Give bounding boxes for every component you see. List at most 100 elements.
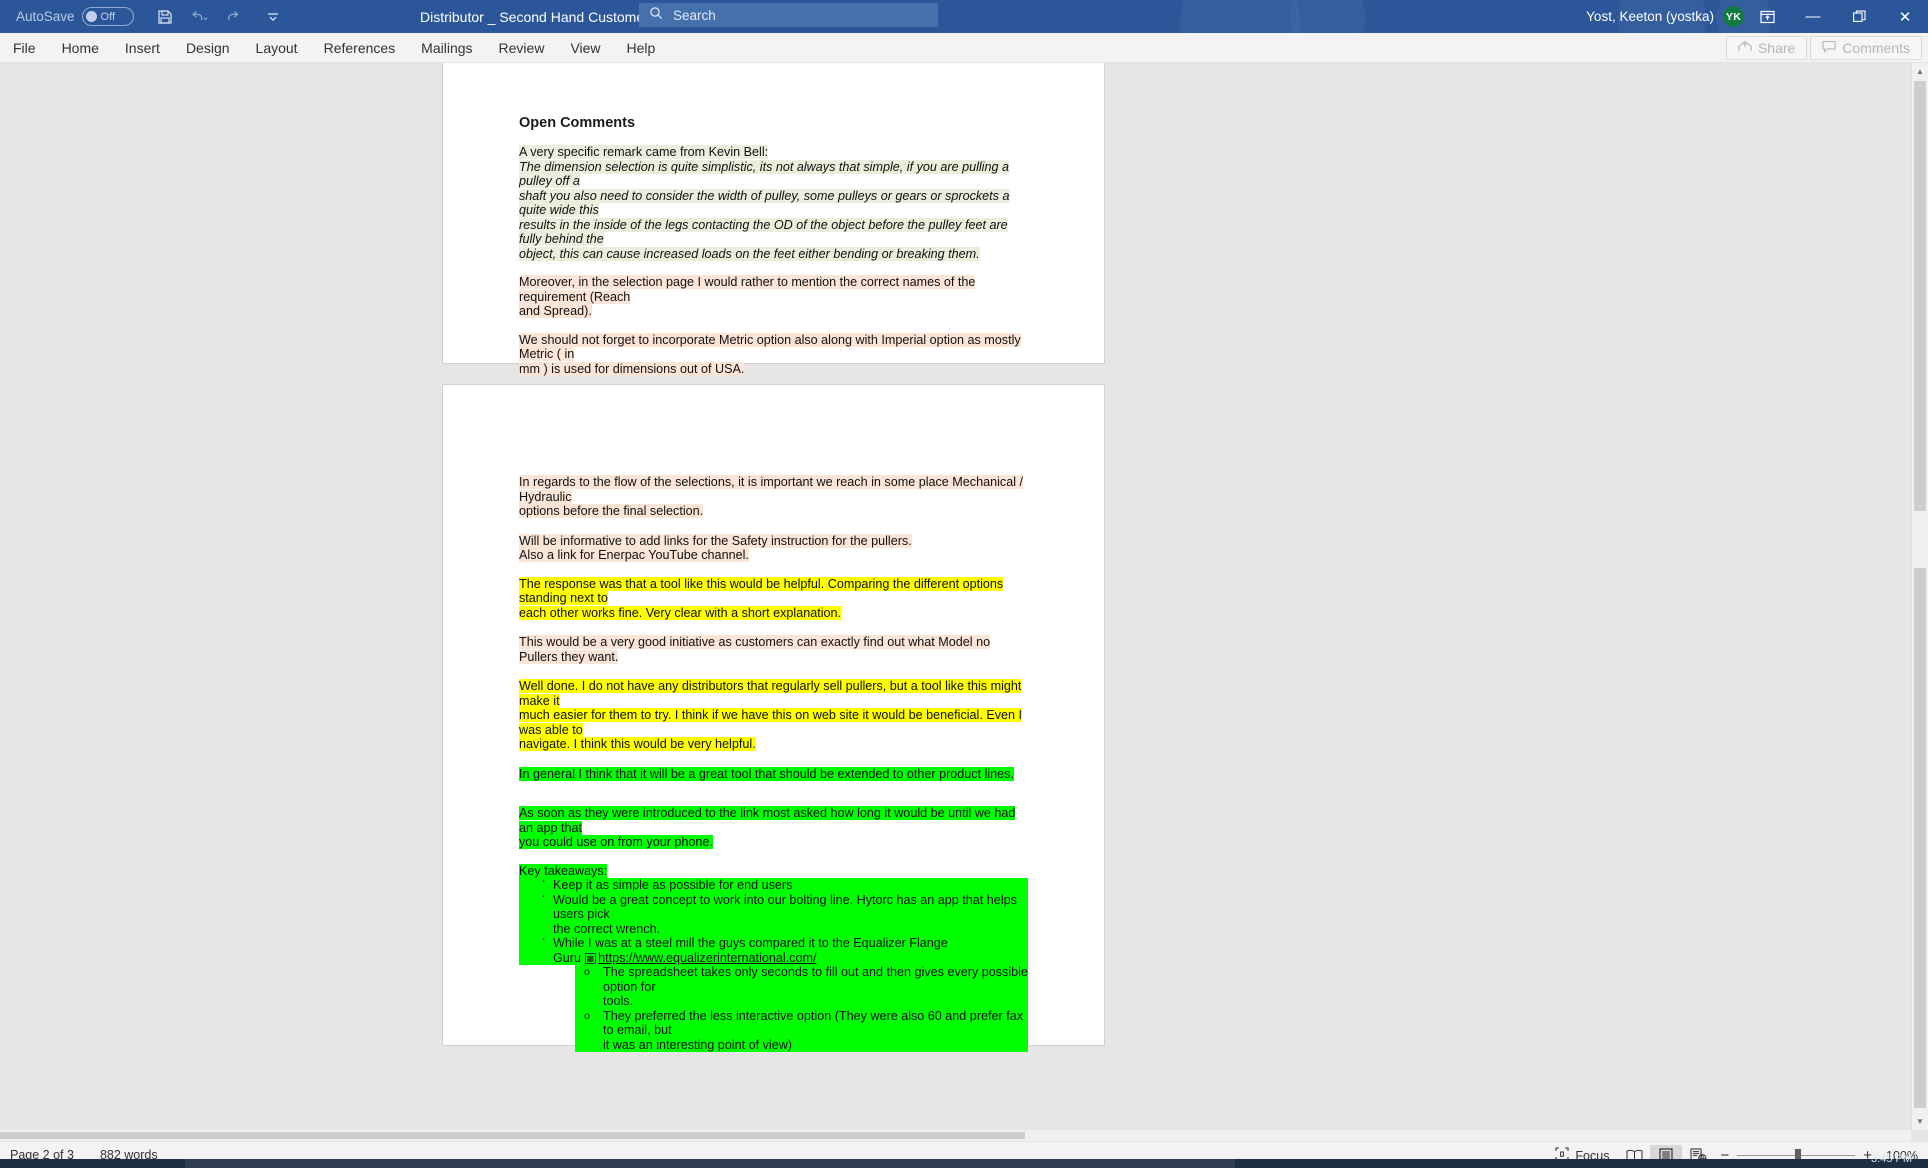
highlight-run: Will be informative to add links for the… — [519, 534, 912, 548]
comments-button[interactable]: Comments — [1810, 36, 1922, 60]
autosave-toggle[interactable]: AutoSave Off — [16, 7, 134, 26]
tab-layout[interactable]: Layout — [243, 33, 311, 63]
highlight-run: and Spread). — [519, 304, 592, 318]
horizontal-scrollbar[interactable] — [0, 1130, 1911, 1141]
customize-quick-access-icon[interactable] — [256, 2, 290, 32]
vertical-scrollbar[interactable]: ▲ ▼ — [1911, 63, 1928, 1130]
comment-icon — [1822, 40, 1836, 56]
comments-label: Comments — [1842, 40, 1910, 56]
link-badge-icon: ▦ — [585, 953, 597, 964]
zoom-track[interactable] — [1737, 1155, 1855, 1156]
highlight-run: you could use on from your phone. — [519, 835, 713, 849]
comment-line: each other works fine. Very clear with a… — [519, 606, 1028, 621]
takeaways-heading: Key takeaways: — [519, 864, 1028, 879]
search-icon — [649, 6, 663, 24]
highlight-run: Also a link for Enerpac YouTube channel. — [519, 548, 749, 562]
tab-insert[interactable]: Insert — [112, 33, 173, 63]
comment-block: This would be a very good initiative as … — [519, 635, 1028, 664]
external-link[interactable]: https://www.equalizerinternational.com/ — [598, 951, 816, 965]
minimize-button[interactable]: — — [1790, 0, 1836, 33]
autosave-switch[interactable]: Off — [82, 7, 134, 26]
document-page-2: In regards to the flow of the selections… — [443, 385, 1104, 1045]
autosave-label: AutoSave — [16, 9, 75, 24]
document-scroll-region: Open Comments A very specific remark cam… — [0, 63, 1911, 1130]
comment-block: Well done. I do not have any distributor… — [519, 679, 1028, 752]
search-input[interactable]: Search — [673, 8, 716, 23]
list-item: While I was at a steel mill the guys com… — [519, 936, 1028, 951]
comment-line: A very specific remark came from Kevin B… — [519, 145, 1028, 160]
undo-icon[interactable] — [182, 2, 216, 32]
takeaways-subbullet-list: The spreadsheet takes only seconds to fi… — [575, 965, 1028, 1052]
comment-line: mm ) is used for dimensions out of USA. — [519, 362, 1028, 377]
highlight-run: Moreover, in the selection page I would … — [519, 275, 975, 304]
comment-block: In general I think that it will be a gre… — [519, 767, 1028, 782]
page-title: Open Comments — [519, 115, 1028, 131]
autosave-state: Off — [101, 11, 115, 23]
tab-help[interactable]: Help — [614, 33, 669, 63]
comment-block: We should not forget to incorporate Metr… — [519, 333, 1028, 377]
search-box[interactable]: Search — [639, 3, 938, 27]
ribbon-tab-strip: File Home Insert Design Layout Reference… — [0, 33, 1928, 63]
scroll-up-arrow[interactable]: ▲ — [1912, 63, 1928, 80]
highlight-run: options before the final selection. — [519, 504, 703, 518]
comment-block: In regards to the flow of the selections… — [519, 475, 1028, 519]
comment-line: Also a link for Enerpac YouTube channel. — [519, 548, 1028, 563]
taskbar-clock: 3:45 PM — [1871, 1153, 1912, 1165]
sub-list-item: The spreadsheet takes only seconds to fi… — [575, 965, 1028, 994]
list-item-link[interactable]: Guru ▦https://www.equalizerinternational… — [519, 951, 1028, 966]
highlight-run: mm ) is used for dimensions out of USA. — [519, 362, 744, 376]
tab-mailings[interactable]: Mailings — [408, 33, 485, 63]
comment-line: Will be informative to add links for the… — [519, 534, 1028, 549]
list-item: Would be a great concept to work into ou… — [519, 893, 1028, 922]
tab-review[interactable]: Review — [486, 33, 558, 63]
tab-references[interactable]: References — [311, 33, 409, 63]
title-bar: AutoSave Off Distributor _ Second Hand C… — [0, 0, 1928, 33]
highlight-run: We should not forget to incorporate Metr… — [519, 333, 1021, 362]
share-button[interactable]: Share — [1726, 36, 1807, 60]
vertical-scroll-thumb-lower[interactable] — [1914, 568, 1926, 1108]
taskbar-window-group[interactable] — [185, 1159, 1235, 1168]
comment-line: and Spread). — [519, 304, 1028, 319]
sub-list-item: They preferred the less interactive opti… — [575, 1009, 1028, 1038]
tab-home[interactable]: Home — [49, 33, 112, 63]
comment-line: In general I think that it will be a gre… — [519, 767, 1028, 782]
avatar[interactable]: YK — [1723, 6, 1744, 27]
ribbon-right-cluster: Share Comments — [1726, 33, 1922, 63]
list-item: Keep it as simple as possible for end us… — [519, 878, 1028, 893]
tab-view[interactable]: View — [557, 33, 613, 63]
highlight-run: each other works fine. Very clear with a… — [519, 606, 841, 620]
user-account-name[interactable]: Yost, Keeton (yostka) — [1586, 9, 1714, 24]
titlebar-decoration — [1290, 0, 1366, 33]
comment-block: A very specific remark came from Kevin B… — [519, 145, 1028, 261]
highlight-run: This would be a very good initiative as … — [519, 635, 990, 664]
comment-line: We should not forget to incorporate Metr… — [519, 333, 1028, 362]
vertical-scroll-thumb[interactable] — [1914, 81, 1926, 511]
sub-list-item: it was an interesting point of view) — [575, 1038, 1028, 1053]
sub-list-item: tools. — [575, 994, 1028, 1009]
tab-design[interactable]: Design — [173, 33, 243, 63]
share-label: Share — [1758, 40, 1795, 56]
ribbon-display-options-icon[interactable] — [1744, 0, 1790, 33]
comment-line: navigate. I think this would be very hel… — [519, 737, 1028, 752]
comment-block: The response was that a tool like this w… — [519, 577, 1028, 621]
comment-line: The response was that a tool like this w… — [519, 577, 1028, 606]
link-prefix: Guru — [553, 951, 585, 965]
close-button[interactable]: ✕ — [1882, 0, 1928, 33]
horizontal-scroll-thumb[interactable] — [0, 1132, 1025, 1139]
quick-access-toolbar — [148, 2, 290, 32]
share-icon — [1738, 40, 1752, 56]
restore-button[interactable] — [1836, 0, 1882, 33]
comment-line: shaft you also need to consider the widt… — [519, 189, 1028, 218]
windows-taskbar: 3:45 PM — [0, 1159, 1928, 1168]
scroll-down-arrow[interactable]: ▼ — [1912, 1113, 1928, 1130]
save-icon[interactable] — [148, 2, 182, 32]
comment-line: object, this can cause increased loads o… — [519, 247, 1028, 262]
redo-icon[interactable] — [216, 2, 250, 32]
highlight-run: In regards to the flow of the selections… — [519, 475, 1023, 504]
autosave-knob — [86, 11, 97, 22]
highlight-run: much easier for them to try. I think if … — [519, 708, 1022, 737]
highlight-run: object, this can cause increased loads o… — [519, 247, 980, 261]
comment-line: The dimension selection is quite simplis… — [519, 160, 1028, 189]
titlebar-right-cluster: Yost, Keeton (yostka) YK — ✕ — [1586, 0, 1928, 33]
tab-file[interactable]: File — [0, 33, 49, 63]
